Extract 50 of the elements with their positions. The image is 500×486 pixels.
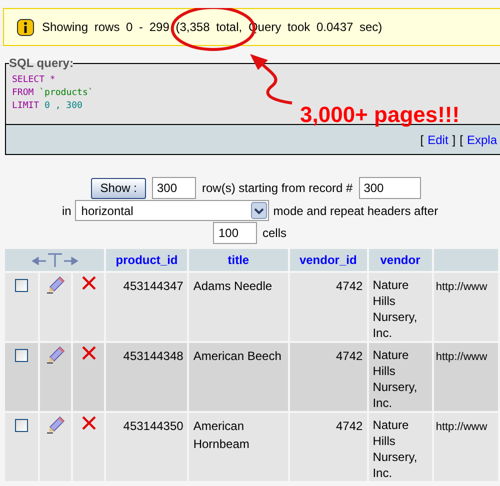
table-cell: 4742	[336, 419, 363, 433]
pencil-icon[interactable]	[46, 416, 65, 434]
bracket: [	[460, 132, 463, 148]
sql-line: FROM `products`	[12, 87, 94, 100]
table-cell: 4742	[336, 279, 363, 293]
in-label: in	[62, 202, 72, 220]
table-cell: http://www	[436, 421, 488, 433]
table-cell-text: Nature Hills Nursery, Inc.	[372, 417, 418, 481]
column-header[interactable]: vendor	[380, 253, 420, 267]
table-cell: American Hornbeam	[193, 419, 250, 451]
table-cell: Adams Needle	[193, 279, 272, 293]
repeat-headers-field[interactable]: 100	[213, 222, 258, 244]
sql-line: SELECT *	[12, 74, 56, 87]
column-header[interactable]: product_id	[116, 253, 178, 267]
cells-label: cells	[262, 225, 286, 242]
annotation-text: 3,000+ pages!!!	[300, 101, 460, 129]
row-checkbox[interactable]	[15, 279, 28, 292]
table-cell-text: Nature Hills Nursery, Inc.	[372, 347, 418, 411]
column-header[interactable]: vendor_id	[299, 253, 357, 267]
table-cell: http://www	[436, 351, 488, 363]
delete-icon[interactable]	[82, 346, 96, 360]
sql-query-legend: SQL query:	[9, 54, 74, 72]
sql-line: LIMIT 0 , 300	[12, 100, 84, 113]
row-checkbox[interactable]	[15, 349, 28, 362]
delete-icon[interactable]	[82, 276, 96, 290]
rows-label: row(s) starting from record #	[202, 180, 353, 197]
column-header[interactable]: title	[228, 253, 250, 267]
table-cell: 453144347	[123, 279, 184, 293]
table-cell: 453144350	[123, 419, 184, 433]
annotation-arrow	[250, 54, 292, 104]
pencil-icon[interactable]	[46, 276, 65, 294]
query-link[interactable]: Expla	[466, 130, 497, 148]
info-icon	[17, 18, 34, 36]
query-link[interactable]: Edit	[428, 130, 448, 148]
table-cell: 4742	[336, 349, 363, 363]
row-count-field[interactable]: 300	[152, 177, 196, 199]
table-cell-text: Nature Hills Nursery, Inc.	[372, 277, 418, 341]
delete-icon[interactable]	[82, 416, 96, 430]
show-button[interactable]: Show :	[91, 178, 146, 198]
table-cell: http://www	[436, 281, 488, 293]
table-cell: 453144348	[123, 349, 184, 363]
row-checkbox[interactable]	[15, 419, 28, 432]
table-cell: American Beech	[193, 349, 282, 363]
mode-dropdown[interactable]: horizontal	[75, 200, 270, 221]
column-arrows-icon	[32, 252, 78, 268]
pencil-icon[interactable]	[46, 346, 65, 364]
mode-label: mode and repeat headers after	[273, 202, 438, 220]
bracket: ]	[452, 132, 456, 148]
start-record-field[interactable]: 300	[358, 177, 421, 199]
bracket: [	[420, 132, 424, 148]
